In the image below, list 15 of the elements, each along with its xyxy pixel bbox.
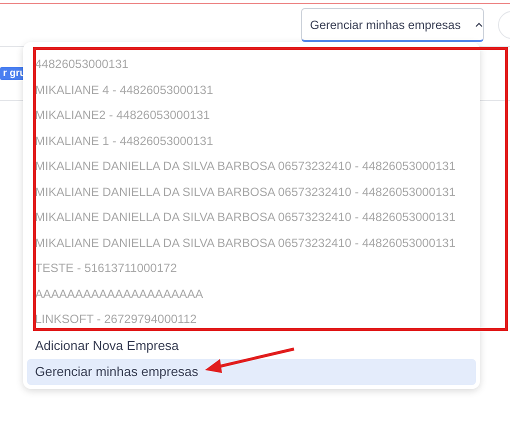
company-option[interactable]: MIKALIANE DANIELLA DA SILVA BARBOSA 06573232410 - 44826053000131 xyxy=(27,154,476,180)
company-option[interactable]: MIKALIANE2 - 44826053000131 xyxy=(27,103,476,128)
menu-option[interactable]: Gerenciar minhas empresas xyxy=(27,358,476,384)
company-option[interactable]: LINKSOFT - 26729794000112 xyxy=(27,307,476,332)
company-option[interactable]: MIKALIANE DANIELLA DA SILVA BARBOSA 06573232410 - 44826053000131 xyxy=(27,205,476,230)
caret-up-icon xyxy=(474,22,483,27)
company-option[interactable]: MIKALIANE DANIELLA DA SILVA BARBOSA 06573232410 - 44826053000131 xyxy=(27,180,476,205)
company-select[interactable]: Gerenciar minhas empresas xyxy=(301,8,484,42)
company-option[interactable]: MIKALIANE DANIELLA DA SILVA BARBOSA 06573232410 - 44826053000131 xyxy=(27,230,476,256)
company-option[interactable]: AAAAAAAAAAAAAAAAAAAAA xyxy=(27,282,476,307)
company-option[interactable]: 44826053000131 xyxy=(27,52,476,78)
company-option[interactable]: MIKALIANE 4 - 44826053000131 xyxy=(27,78,476,103)
company-option[interactable]: TESTE - 51613711000172 xyxy=(27,256,476,282)
menu-option[interactable]: Adicionar Nova Empresa xyxy=(27,332,476,358)
company-option[interactable]: MIKALIANE 1 - 44826053000131 xyxy=(27,128,476,154)
